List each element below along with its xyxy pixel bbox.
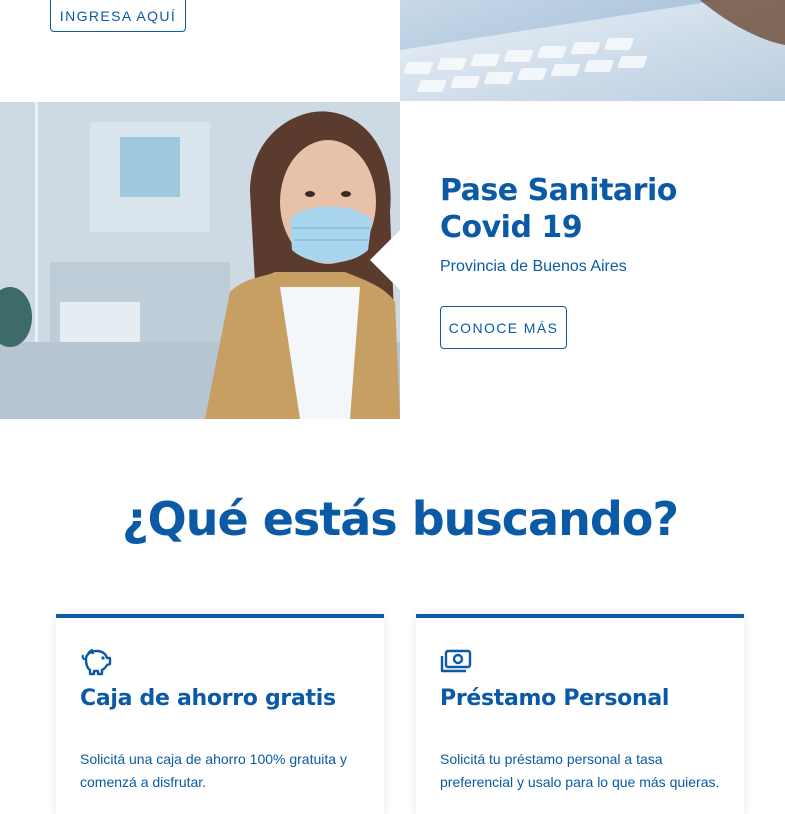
money-icon xyxy=(440,649,472,673)
card-prestamo-personal[interactable]: Préstamo Personal Solicitá tu préstamo p… xyxy=(416,614,744,814)
section-title: ¿Qué estás buscando? xyxy=(121,492,679,546)
covid-banner-subtitle: Provincia de Buenos Aires xyxy=(440,258,627,275)
covid-banner-content: Pase Sanitario Covid 19 Provincia de Bue… xyxy=(400,102,785,419)
card-title: Préstamo Personal xyxy=(440,686,670,711)
ingresa-button[interactable]: INGRESA AQUÍ xyxy=(50,0,186,32)
card-caja-de-ahorro[interactable]: Caja de ahorro gratis Solicitá una caja … xyxy=(56,614,384,814)
conoce-mas-button[interactable]: CONOCE MÁS xyxy=(440,306,567,349)
keyboard-image xyxy=(400,0,785,101)
card-description: Solicitá tu préstamo personal a tasa pre… xyxy=(440,751,720,790)
woman-with-mask-image xyxy=(0,102,400,419)
card-description: Solicitá una caja de ahorro 100% gratuit… xyxy=(80,751,347,790)
piggy-bank-icon xyxy=(81,648,112,676)
card-title: Caja de ahorro gratis xyxy=(80,686,336,711)
covid-banner-title: Pase Sanitario Covid 19 xyxy=(440,173,677,245)
top-banner-text: INGRESA AQUÍ xyxy=(0,0,400,102)
